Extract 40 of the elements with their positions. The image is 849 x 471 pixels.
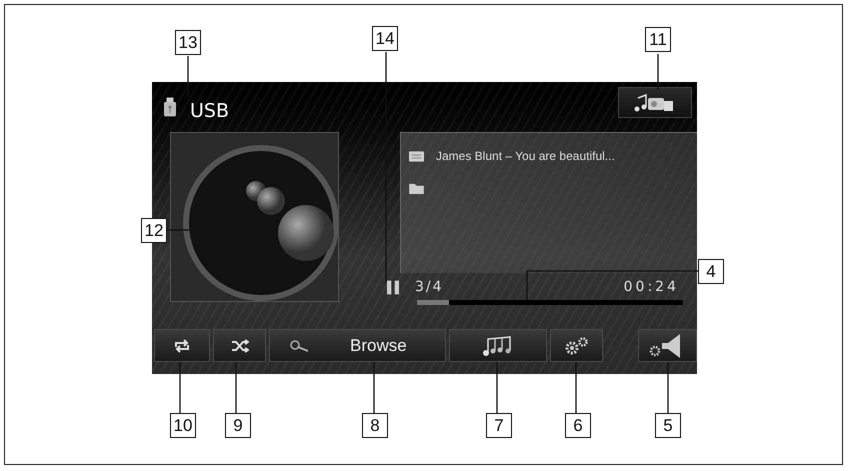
- leader-line: [179, 362, 181, 413]
- callout-number: 4: [698, 259, 724, 284]
- leader-line: [187, 56, 189, 97]
- leader-line: [167, 229, 190, 231]
- sound-settings-button[interactable]: [638, 329, 697, 362]
- leader-line: [496, 362, 498, 413]
- callout-number: 13: [175, 30, 201, 55]
- callout-number: 8: [362, 413, 388, 438]
- leader-line: [667, 362, 669, 413]
- elapsed-time: 00:24: [624, 279, 679, 296]
- track-position: 3/4: [415, 279, 444, 296]
- callout-number: 14: [372, 26, 398, 51]
- shuffle-icon: [230, 338, 248, 354]
- callout-number: 10: [170, 413, 196, 438]
- callout-number: 11: [645, 27, 671, 52]
- callout-number: 5: [655, 413, 681, 438]
- leader-line: [373, 362, 375, 413]
- leader-line: [235, 362, 237, 413]
- usb-stick-icon: [164, 97, 176, 117]
- shuffle-button[interactable]: [213, 329, 266, 362]
- leader-line: [575, 362, 577, 413]
- callout-number: 9: [225, 413, 251, 438]
- pause-icon: [387, 280, 399, 295]
- music-notes-button[interactable]: [449, 329, 547, 362]
- gears-icon: [564, 336, 588, 354]
- settings-button[interactable]: [550, 329, 603, 362]
- message-icon: [409, 150, 424, 162]
- folder-icon: [409, 182, 424, 194]
- browse-button[interactable]: Browse: [269, 329, 446, 362]
- media-source-button[interactable]: [618, 86, 692, 118]
- callout-number: 7: [486, 413, 512, 438]
- source-title: USB: [190, 100, 230, 122]
- track-title: James Blunt – You are beautiful...: [436, 149, 615, 163]
- repeat-button[interactable]: [154, 329, 210, 362]
- repeat-icon: [173, 338, 191, 354]
- callout-number: 6: [565, 413, 591, 438]
- callout-number: 12: [141, 218, 167, 243]
- leader-line: [657, 54, 659, 90]
- search-icon: [290, 340, 310, 352]
- music-radio-icon: [634, 92, 676, 112]
